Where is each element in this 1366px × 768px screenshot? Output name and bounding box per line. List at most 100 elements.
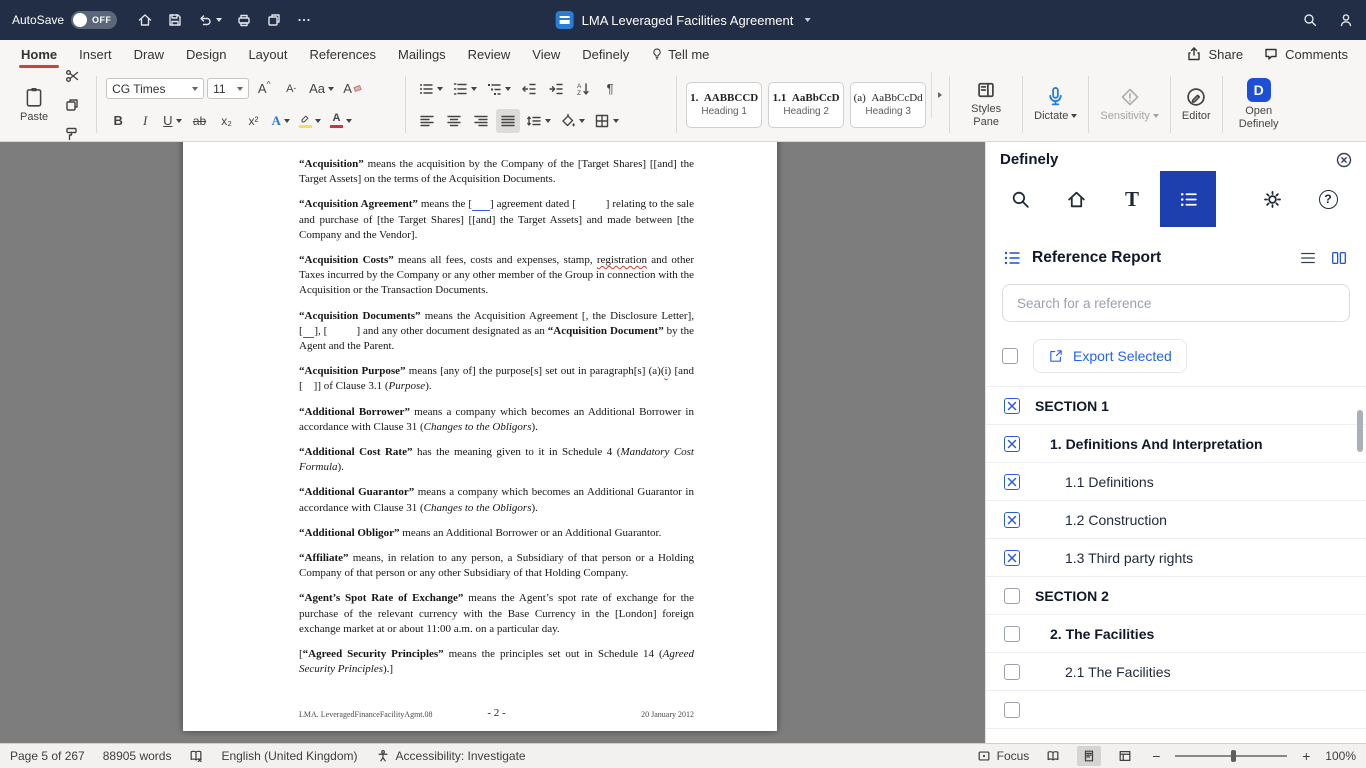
undo-button[interactable] bbox=[197, 12, 223, 28]
reference-checkbox[interactable] bbox=[1004, 587, 1020, 604]
font-size-select[interactable]: 11 bbox=[207, 78, 250, 99]
copy-format-button[interactable] bbox=[60, 93, 84, 117]
show-marks-button[interactable]: ¶ bbox=[598, 77, 622, 101]
sensitivity-button[interactable]: Sensitivity bbox=[1093, 72, 1166, 137]
reference-checkbox[interactable] bbox=[1004, 473, 1020, 490]
panel-nav-search[interactable] bbox=[992, 171, 1048, 227]
superscript-button[interactable]: x² bbox=[242, 109, 266, 133]
font-color-button[interactable]: A bbox=[327, 109, 355, 133]
panel-close-button[interactable] bbox=[1336, 152, 1352, 168]
zoom-slider[interactable] bbox=[1175, 750, 1288, 762]
reference-row[interactable]: 2.1 The Facilities bbox=[986, 653, 1366, 691]
document-page[interactable]: “Acquisition” means the acquisition by t… bbox=[183, 142, 777, 731]
decrease-indent-button[interactable] bbox=[517, 77, 541, 101]
strikethrough-button[interactable]: ab bbox=[188, 109, 212, 133]
shading-button[interactable] bbox=[557, 109, 588, 133]
reference-row[interactable]: 1. Definitions And Interpretation bbox=[986, 425, 1366, 463]
web-layout-button[interactable] bbox=[1113, 746, 1137, 766]
reference-checkbox[interactable] bbox=[1004, 549, 1020, 566]
style-heading-1[interactable]: 1. AABBCCD Heading 1 bbox=[686, 81, 763, 128]
change-case-button[interactable]: Aa bbox=[306, 77, 337, 101]
bold-button[interactable]: B bbox=[106, 109, 130, 133]
reference-search-input[interactable] bbox=[1015, 294, 1337, 312]
document-title[interactable]: LMA Leveraged Facilities Agreement bbox=[555, 11, 811, 29]
reference-row[interactable] bbox=[986, 691, 1366, 729]
highlight-button[interactable] bbox=[296, 109, 324, 133]
align-left-button[interactable] bbox=[415, 109, 439, 133]
reference-checkbox[interactable] bbox=[1004, 511, 1020, 528]
zoom-in-button[interactable]: + bbox=[1299, 748, 1313, 764]
italic-button[interactable]: I bbox=[133, 109, 157, 133]
font-name-select[interactable]: CG Times bbox=[106, 78, 205, 99]
share-button[interactable]: Share bbox=[1186, 46, 1243, 62]
line-spacing-button[interactable] bbox=[523, 109, 554, 133]
document-canvas[interactable]: “Acquisition” means the acquisition by t… bbox=[0, 142, 985, 743]
word-count[interactable]: 88905 words bbox=[103, 749, 172, 763]
autosave-toggle[interactable]: AutoSave OFF bbox=[12, 11, 118, 29]
tab-draw[interactable]: Draw bbox=[123, 40, 175, 68]
export-selected-button[interactable]: Export Selected bbox=[1033, 339, 1187, 373]
editor-button[interactable]: Editor bbox=[1175, 72, 1218, 137]
style-gallery-more-button[interactable] bbox=[931, 72, 945, 118]
read-mode-button[interactable] bbox=[1041, 746, 1065, 766]
tab-layout[interactable]: Layout bbox=[237, 40, 298, 68]
account-button[interactable] bbox=[1338, 12, 1354, 28]
reference-checkbox[interactable] bbox=[1004, 663, 1020, 680]
tab-references[interactable]: References bbox=[299, 40, 387, 68]
borders-button[interactable] bbox=[591, 109, 622, 133]
numbering-button[interactable] bbox=[449, 77, 480, 101]
more-commands-button[interactable] bbox=[296, 12, 312, 28]
dictate-button[interactable]: Dictate bbox=[1027, 72, 1084, 137]
tab-tell-me[interactable]: Tell me bbox=[640, 40, 720, 68]
reference-row[interactable]: 1.1 Definitions bbox=[986, 463, 1366, 501]
justify-button[interactable] bbox=[496, 108, 521, 133]
underline-button[interactable]: U bbox=[160, 109, 184, 133]
proofing-status[interactable] bbox=[189, 749, 203, 763]
tab-design[interactable]: Design bbox=[175, 40, 237, 68]
language-selector[interactable]: English (United Kingdom) bbox=[221, 749, 357, 763]
focus-toggle[interactable]: Focus bbox=[977, 749, 1029, 763]
zoom-out-button[interactable]: − bbox=[1149, 748, 1163, 764]
print-button[interactable] bbox=[236, 12, 252, 28]
comments-button[interactable]: Comments bbox=[1263, 46, 1348, 62]
multilevel-list-button[interactable] bbox=[483, 77, 514, 101]
align-right-button[interactable] bbox=[469, 109, 493, 133]
open-definely-button[interactable]: D Open Definely bbox=[1227, 72, 1291, 137]
panel-nav-list[interactable] bbox=[1160, 171, 1216, 227]
text-effects-button[interactable]: A bbox=[269, 109, 293, 133]
reference-row[interactable]: 1.3 Third party rights bbox=[986, 539, 1366, 577]
tab-definely[interactable]: Definely bbox=[571, 40, 640, 68]
panel-nav-help[interactable]: ? bbox=[1300, 171, 1356, 227]
reference-row[interactable]: 2. The Facilities bbox=[986, 615, 1366, 653]
save-button[interactable] bbox=[167, 12, 183, 28]
subscript-button[interactable]: x₂ bbox=[215, 109, 239, 133]
panel-nav-text[interactable]: T bbox=[1104, 171, 1160, 227]
view-columns-button[interactable] bbox=[1330, 249, 1348, 267]
paste-button[interactable]: Paste bbox=[14, 84, 54, 125]
panel-nav-home[interactable] bbox=[1048, 171, 1104, 227]
panel-nav-settings[interactable] bbox=[1244, 171, 1300, 227]
reference-checkbox[interactable] bbox=[1004, 397, 1020, 414]
tab-review[interactable]: Review bbox=[457, 40, 522, 68]
reference-checkbox[interactable] bbox=[1004, 701, 1020, 718]
reference-checkbox[interactable] bbox=[1004, 625, 1020, 642]
increase-indent-button[interactable] bbox=[544, 77, 568, 101]
panel-scrollbar[interactable] bbox=[1357, 410, 1363, 452]
clear-formatting-button[interactable]: A bbox=[340, 77, 364, 101]
print-layout-button[interactable] bbox=[1077, 746, 1102, 766]
styles-pane-button[interactable]: Styles Pane bbox=[954, 72, 1018, 137]
export-checkbox[interactable] bbox=[1002, 348, 1018, 364]
home-button[interactable] bbox=[137, 12, 153, 28]
grow-font-button[interactable]: A ^ bbox=[252, 77, 276, 101]
page-indicator[interactable]: Page 5 of 267 bbox=[10, 749, 85, 763]
reference-checkbox[interactable] bbox=[1004, 435, 1020, 452]
align-center-button[interactable] bbox=[442, 109, 466, 133]
shrink-font-button[interactable]: Aˇ bbox=[279, 77, 303, 101]
reference-row[interactable]: SECTION 2 bbox=[986, 577, 1366, 615]
search-button[interactable] bbox=[1302, 12, 1318, 28]
sort-button[interactable]: AZ bbox=[571, 77, 595, 101]
zoom-percentage[interactable]: 100% bbox=[1325, 749, 1356, 763]
style-heading-2[interactable]: 1.1 AaBbCcD Heading 2 bbox=[768, 81, 845, 128]
tab-mailings[interactable]: Mailings bbox=[387, 40, 457, 68]
cut-button[interactable] bbox=[60, 64, 84, 88]
